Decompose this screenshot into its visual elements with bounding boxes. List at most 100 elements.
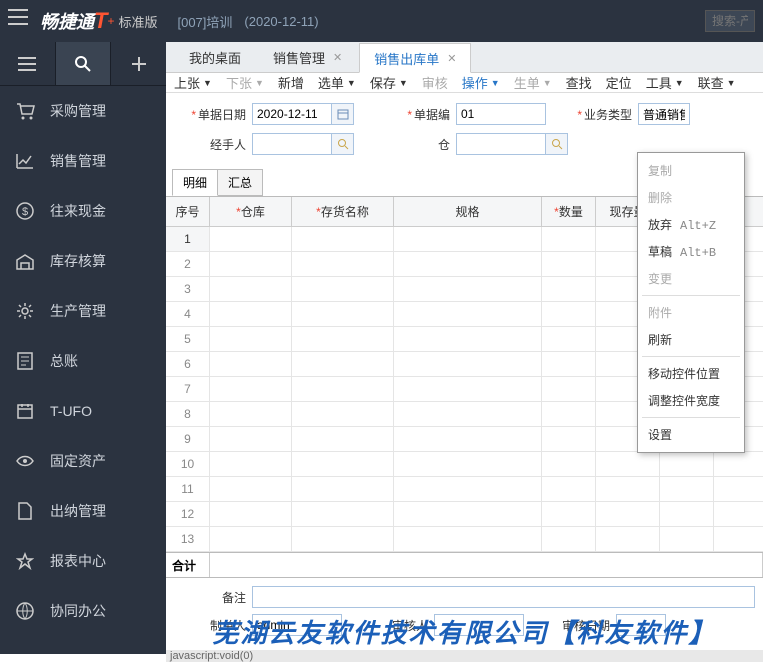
dropdown-refresh[interactable]: 刷新 bbox=[638, 326, 744, 353]
cell[interactable] bbox=[292, 252, 394, 276]
cell[interactable] bbox=[542, 477, 596, 501]
toolbar-query[interactable]: 查找 bbox=[566, 73, 592, 92]
cell[interactable] bbox=[542, 427, 596, 451]
toolbar-locate[interactable]: 定位 bbox=[606, 73, 632, 92]
cell[interactable] bbox=[210, 302, 292, 326]
cell[interactable] bbox=[292, 402, 394, 426]
dropdown-attach[interactable]: 附件 bbox=[638, 299, 744, 326]
sidebar-collapse-icon[interactable] bbox=[0, 42, 56, 85]
cell[interactable] bbox=[542, 327, 596, 351]
toolbar-link[interactable]: 联查▼ bbox=[698, 73, 736, 92]
table-row[interactable]: 12 bbox=[166, 502, 763, 527]
remark-input[interactable] bbox=[252, 586, 755, 608]
cell[interactable] bbox=[292, 527, 394, 551]
cell[interactable] bbox=[542, 352, 596, 376]
toolbar-operate[interactable]: 操作▼ bbox=[462, 73, 500, 92]
sidebar-add-icon[interactable] bbox=[111, 42, 166, 85]
cell[interactable] bbox=[542, 227, 596, 251]
cell[interactable] bbox=[210, 502, 292, 526]
cell[interactable] bbox=[394, 377, 542, 401]
cell[interactable] bbox=[542, 502, 596, 526]
hamburger-icon[interactable] bbox=[8, 9, 32, 33]
sidebar-item-cash[interactable]: $往来现金 bbox=[0, 186, 166, 236]
cell[interactable] bbox=[542, 302, 596, 326]
cell[interactable] bbox=[394, 302, 542, 326]
toolbar-new[interactable]: 新增 bbox=[278, 73, 304, 92]
cell[interactable] bbox=[596, 452, 660, 476]
sidebar-item-collab[interactable]: 协同办公 bbox=[0, 586, 166, 636]
doc-no-input[interactable] bbox=[456, 103, 546, 125]
cell[interactable] bbox=[292, 427, 394, 451]
dropdown-settings[interactable]: 设置 bbox=[638, 421, 744, 448]
cell[interactable] bbox=[542, 527, 596, 551]
cell[interactable] bbox=[394, 227, 542, 251]
sidebar-item-gl[interactable]: 总账 bbox=[0, 336, 166, 386]
col-spec[interactable]: 规格 bbox=[394, 197, 542, 226]
tab-sales-mgmt[interactable]: 销售管理✕ bbox=[258, 42, 357, 72]
cell[interactable] bbox=[210, 252, 292, 276]
col-warehouse[interactable]: *仓库 bbox=[210, 197, 292, 226]
cell[interactable] bbox=[542, 252, 596, 276]
sidebar-search-icon[interactable] bbox=[56, 42, 112, 85]
cell[interactable] bbox=[660, 502, 714, 526]
cell[interactable] bbox=[292, 352, 394, 376]
warehouse-input[interactable] bbox=[456, 133, 546, 155]
dropdown-draft[interactable]: 草稿Alt+B bbox=[638, 238, 744, 265]
cell[interactable] bbox=[210, 327, 292, 351]
cell[interactable] bbox=[596, 477, 660, 501]
dropdown-move-pos[interactable]: 移动控件位置 bbox=[638, 360, 744, 387]
cell[interactable] bbox=[292, 327, 394, 351]
table-row[interactable]: 13 bbox=[166, 527, 763, 552]
close-icon[interactable]: ✕ bbox=[333, 51, 342, 64]
close-icon[interactable]: ✕ bbox=[447, 52, 456, 65]
cell[interactable] bbox=[596, 502, 660, 526]
dropdown-change[interactable]: 变更 bbox=[638, 265, 744, 292]
toolbar-tools[interactable]: 工具▼ bbox=[646, 73, 684, 92]
toolbar-save[interactable]: 保存▼ bbox=[370, 73, 408, 92]
dropdown-delete[interactable]: 删除 bbox=[638, 184, 744, 211]
cell[interactable] bbox=[596, 527, 660, 551]
cell[interactable] bbox=[210, 402, 292, 426]
cell[interactable] bbox=[394, 477, 542, 501]
cell[interactable] bbox=[292, 227, 394, 251]
sidebar-item-cashier[interactable]: 出纳管理 bbox=[0, 486, 166, 536]
cell[interactable] bbox=[210, 477, 292, 501]
cell[interactable] bbox=[394, 502, 542, 526]
col-inv-name[interactable]: *存货名称 bbox=[292, 197, 394, 226]
cell[interactable] bbox=[542, 452, 596, 476]
sidebar-item-purchase[interactable]: 采购管理 bbox=[0, 86, 166, 136]
cell[interactable] bbox=[210, 427, 292, 451]
sidebar-item-inventory[interactable]: 库存核算 bbox=[0, 236, 166, 286]
cell[interactable] bbox=[210, 377, 292, 401]
dropdown-abandon[interactable]: 放弃Alt+Z bbox=[638, 211, 744, 238]
toolbar-next[interactable]: 下张▼ bbox=[226, 73, 264, 92]
cell[interactable] bbox=[210, 452, 292, 476]
handler-input[interactable] bbox=[252, 133, 332, 155]
dropdown-copy[interactable]: 复制 bbox=[638, 157, 744, 184]
toolbar-make[interactable]: 生单▼ bbox=[514, 73, 552, 92]
sidebar-item-production[interactable]: 生产管理 bbox=[0, 286, 166, 336]
toolbar-select[interactable]: 选单▼ bbox=[318, 73, 356, 92]
tab-sales-outbound[interactable]: 销售出库单✕ bbox=[359, 43, 471, 73]
cell[interactable] bbox=[210, 527, 292, 551]
cell[interactable] bbox=[292, 477, 394, 501]
cell[interactable] bbox=[210, 227, 292, 251]
calendar-icon[interactable] bbox=[332, 103, 354, 125]
cell[interactable] bbox=[394, 402, 542, 426]
cell[interactable] bbox=[292, 302, 394, 326]
cell[interactable] bbox=[660, 477, 714, 501]
sub-tab-detail[interactable]: 明细 bbox=[172, 169, 218, 196]
sidebar-item-fixedasset[interactable]: 固定资产 bbox=[0, 436, 166, 486]
cell[interactable] bbox=[292, 377, 394, 401]
table-row[interactable]: 10 bbox=[166, 452, 763, 477]
toolbar-prev[interactable]: 上张▼ bbox=[174, 73, 212, 92]
lookup-icon[interactable] bbox=[546, 133, 568, 155]
table-row[interactable]: 11 bbox=[166, 477, 763, 502]
dropdown-adjust-width[interactable]: 调整控件宽度 bbox=[638, 387, 744, 414]
sidebar-item-report[interactable]: 报表中心 bbox=[0, 536, 166, 586]
global-search-input[interactable] bbox=[705, 10, 755, 32]
cell[interactable] bbox=[660, 527, 714, 551]
col-qty[interactable]: *数量 bbox=[542, 197, 596, 226]
cell[interactable] bbox=[542, 402, 596, 426]
cell[interactable] bbox=[394, 427, 542, 451]
